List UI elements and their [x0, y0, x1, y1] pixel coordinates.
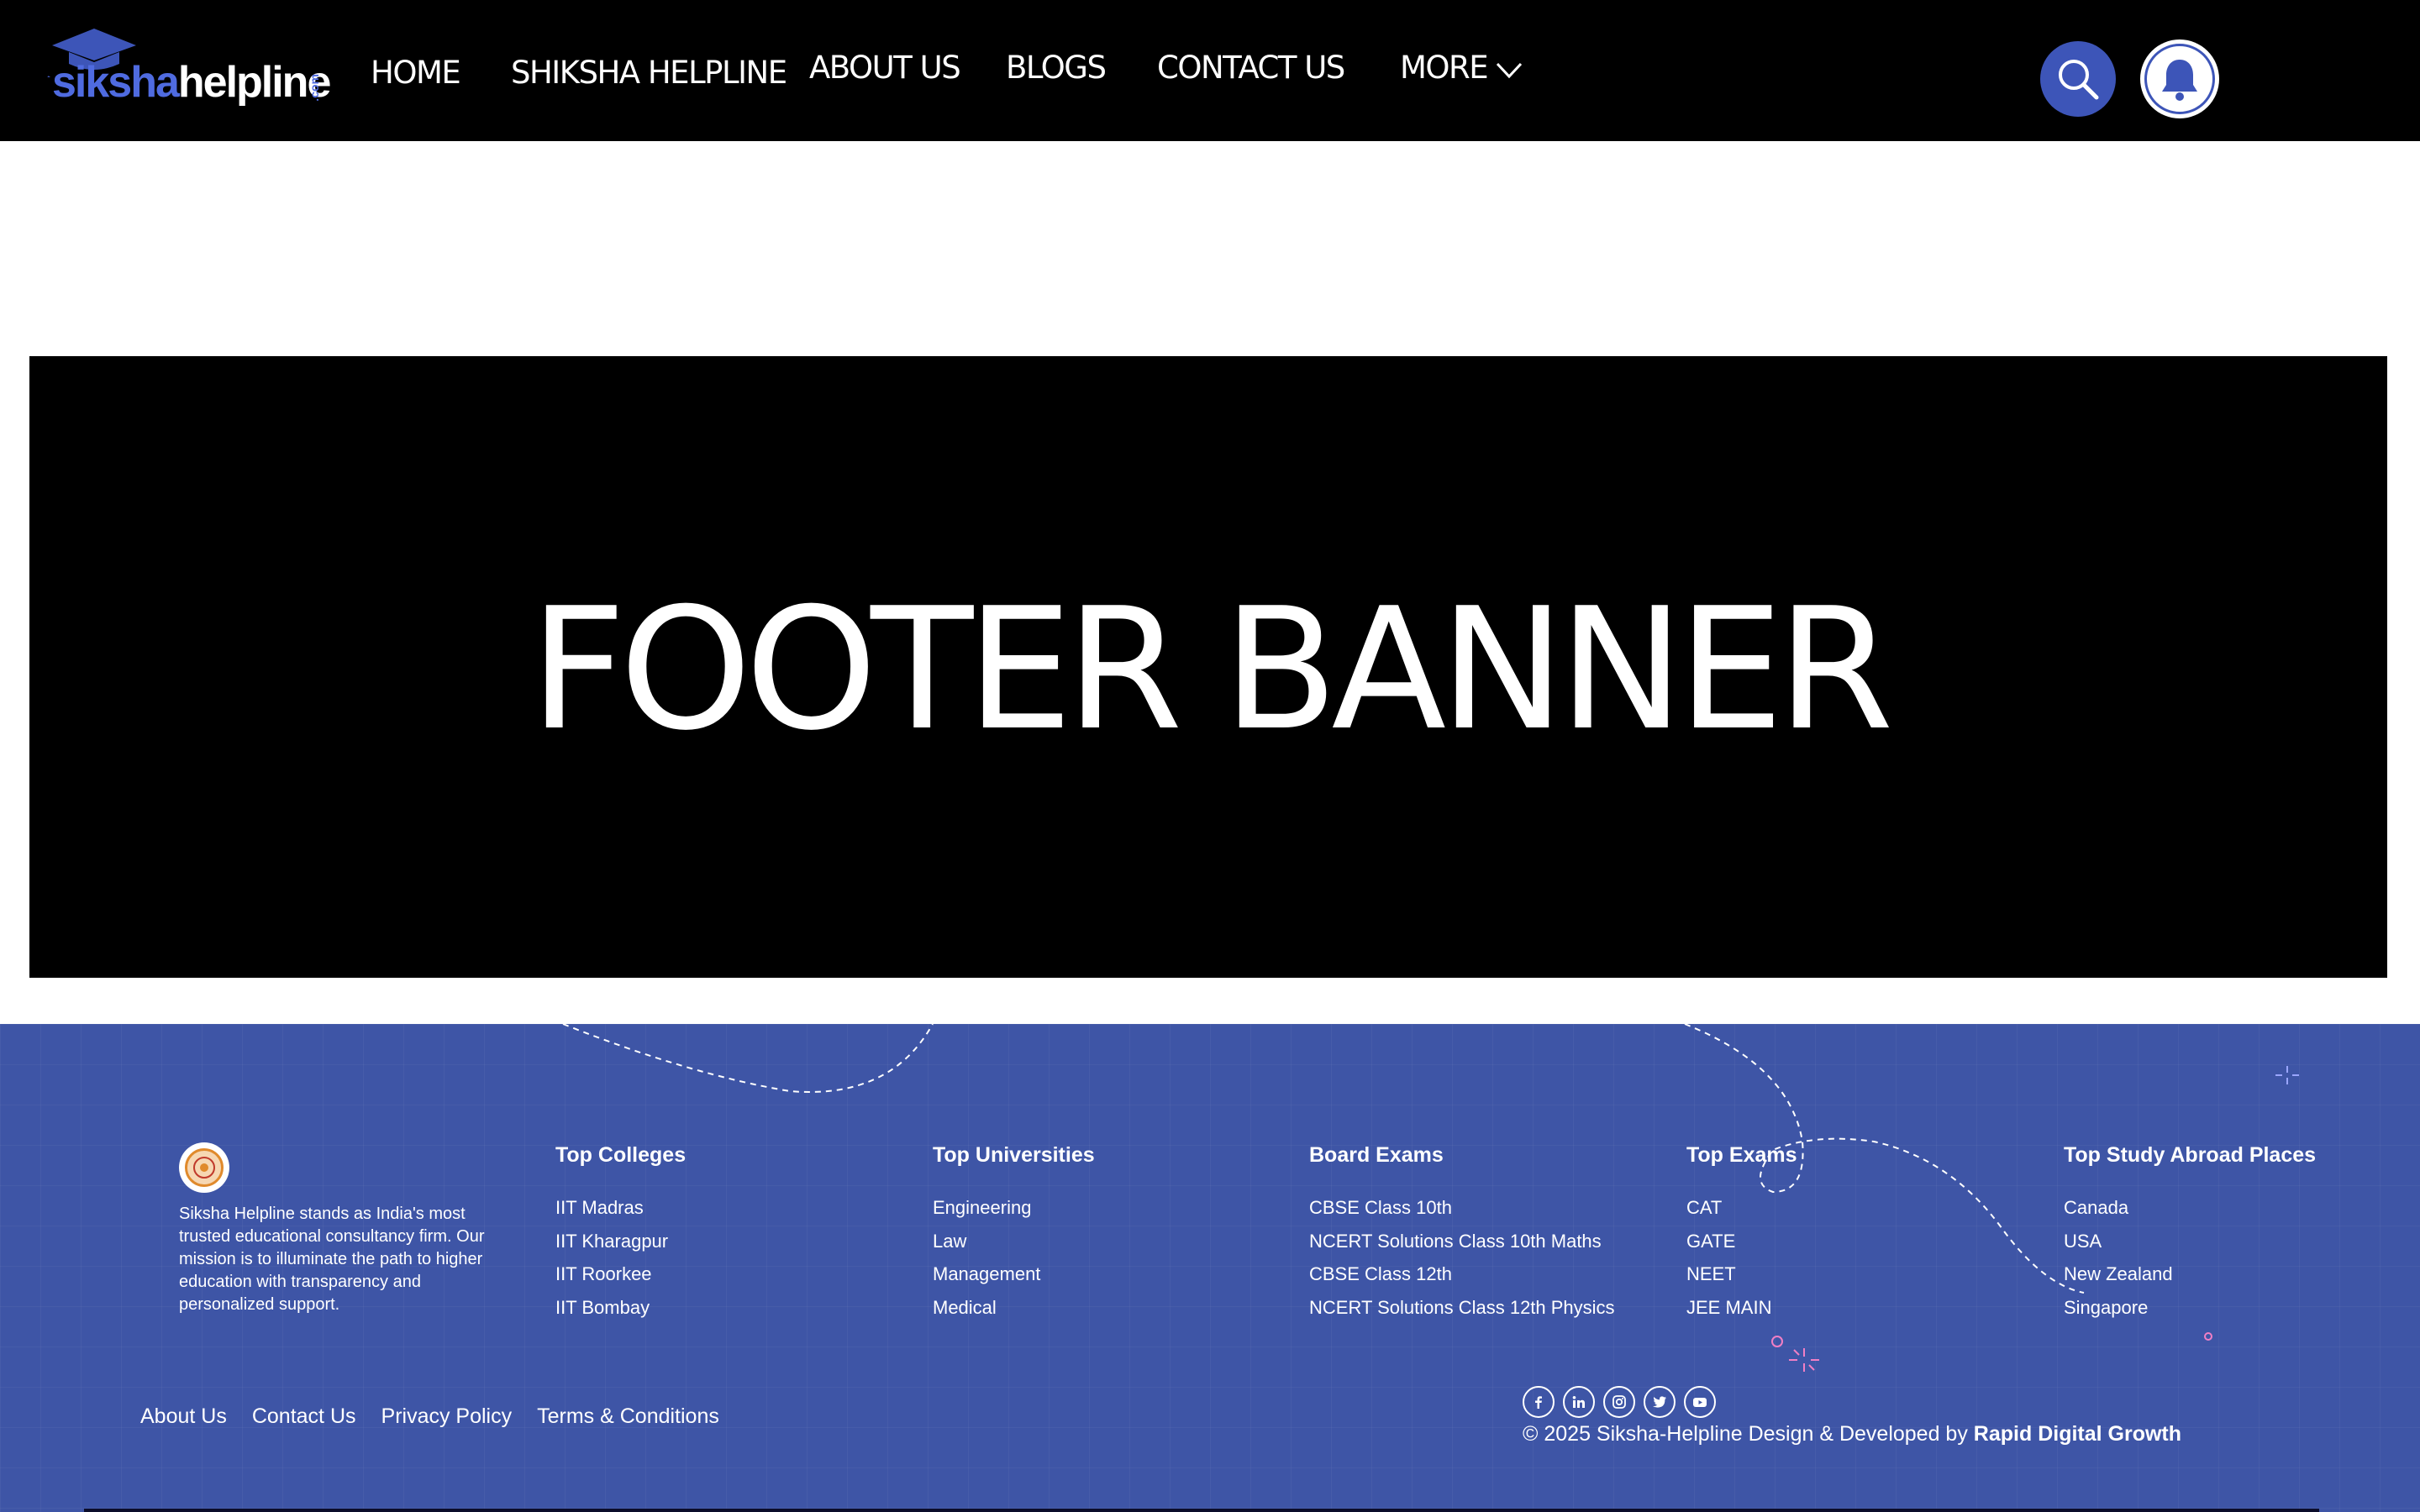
twitter-glyph [1653, 1396, 1666, 1408]
top-navbar: sikshahelpline .com HOME SHIKSHA HELPLIN… [0, 0, 2420, 141]
footer-column-title: Top Universities [933, 1143, 1095, 1167]
footer-logo [179, 1142, 229, 1193]
footer-link[interactable]: NCERT Solutions Class 12th Physics [1309, 1291, 1615, 1325]
copyright-brand-link[interactable]: Rapid Digital Growth [1974, 1422, 2181, 1446]
footer-link-list: Engineering Law Management Medical [933, 1191, 1095, 1324]
footer-link-list: IIT Madras IIT Kharagpur IIT Roorkee IIT… [555, 1191, 686, 1324]
facebook-glyph [1535, 1396, 1542, 1409]
footer-about-text: Siksha Helpline stands as India's most t… [179, 1205, 485, 1314]
chevron-down-icon [1497, 62, 1523, 78]
banner-title: FOOTER BANNER [529, 572, 1894, 768]
copyright-text: © 2025 Siksha-Helpline Design & Develope… [1523, 1422, 2181, 1446]
linkedin-glyph [1572, 1396, 1585, 1408]
logo-part-1: siksha [52, 58, 180, 107]
footer-column-top-universities: Top Universities Engineering Law Managem… [933, 1143, 1095, 1324]
footer-about: Siksha Helpline stands as India's most t… [179, 1142, 515, 1316]
footer-column-board-exams: Board Exams CBSE Class 10th NCERT Soluti… [1309, 1143, 1615, 1324]
footer-link[interactable]: Law [933, 1225, 1095, 1258]
footer-link[interactable]: CAT [1686, 1191, 1797, 1225]
linkedin-icon[interactable] [1563, 1386, 1595, 1418]
social-links [1523, 1386, 1716, 1418]
bell-icon [2162, 60, 2197, 101]
footer-bottom-links: About Us Contact Us Privacy Policy Terms… [140, 1404, 719, 1429]
footer-link[interactable]: IIT Madras [555, 1191, 686, 1225]
nav-blogs[interactable]: BLOGS [1006, 52, 1107, 83]
footer-link[interactable]: Canada [2064, 1191, 2316, 1225]
logo-wordmark: sikshahelpline [52, 58, 331, 107]
footer-link[interactable]: Medical [933, 1291, 1095, 1325]
facebook-icon[interactable] [1523, 1386, 1555, 1418]
footer-link[interactable]: Management [933, 1257, 1095, 1291]
footer-column-top-exams: Top Exams CAT GATE NEET JEE MAIN [1686, 1143, 1797, 1324]
notifications-button-ring [2144, 44, 2215, 114]
footer-link[interactable]: CBSE Class 10th [1309, 1191, 1615, 1225]
copyright-prefix: © 2025 Siksha-Helpline Design & Develope… [1523, 1422, 1968, 1446]
footer-column-title: Top Study Abroad Places [2064, 1143, 2317, 1167]
footer-link[interactable]: IIT Bombay [555, 1291, 686, 1325]
footer-link-list: Canada USA New Zealand Singapore [2064, 1191, 2316, 1324]
footer-privacy-policy-link[interactable]: Privacy Policy [381, 1404, 513, 1429]
nav-home[interactable]: HOME [371, 57, 461, 88]
footer-column-title: Top Exams [1686, 1143, 1797, 1167]
nav-shiksha-helpline[interactable]: SHIKSHA HELPLINE [511, 57, 787, 88]
instagram-icon[interactable] [1603, 1386, 1635, 1418]
youtube-icon[interactable] [1684, 1386, 1716, 1418]
footer-column-study-abroad: Top Study Abroad Places Canada USA New Z… [2064, 1143, 2316, 1324]
footer-link-list: CAT GATE NEET JEE MAIN [1686, 1191, 1797, 1324]
nav-contact-us[interactable]: CONTACT US [1157, 52, 1345, 83]
bottom-divider [84, 1509, 2319, 1512]
footer-logo-emblem [185, 1148, 224, 1187]
nav-about-us[interactable]: ABOUT US [809, 52, 961, 83]
footer-link[interactable]: USA [2064, 1225, 2316, 1258]
footer-banner: FOOTER BANNER [29, 356, 2387, 978]
nav-more[interactable]: MORE [1400, 52, 1523, 83]
footer-column-title: Board Exams [1309, 1143, 1444, 1167]
footer-link[interactable]: IIT Roorkee [555, 1257, 686, 1291]
instagram-glyph [1612, 1395, 1626, 1409]
notifications-button[interactable] [2140, 39, 2219, 118]
footer-terms-link[interactable]: Terms & Conditions [537, 1404, 719, 1429]
footer-link[interactable]: Engineering [933, 1191, 1095, 1225]
footer-link[interactable]: CBSE Class 12th [1309, 1257, 1615, 1291]
footer-link[interactable]: GATE [1686, 1225, 1797, 1258]
footer-column-title: Top Colleges [555, 1143, 687, 1167]
youtube-glyph [1693, 1398, 1707, 1407]
footer-link[interactable]: NCERT Solutions Class 10th Maths [1309, 1225, 1615, 1258]
footer-link-list: CBSE Class 10th NCERT Solutions Class 10… [1309, 1191, 1615, 1324]
footer-link[interactable]: NEET [1686, 1257, 1797, 1291]
nav-more-label: MORE [1400, 50, 1489, 86]
emblem-icon [193, 1157, 215, 1179]
twitter-icon[interactable] [1644, 1386, 1676, 1418]
site-logo[interactable]: sikshahelpline .com [27, 24, 331, 116]
footer-link[interactable]: IIT Kharagpur [555, 1225, 686, 1258]
footer-column-top-colleges: Top Colleges IIT Madras IIT Kharagpur II… [555, 1143, 686, 1324]
logo-suffix: .com [308, 74, 321, 102]
footer-link[interactable]: JEE MAIN [1686, 1291, 1797, 1325]
search-icon [2059, 60, 2099, 100]
footer-contact-us-link[interactable]: Contact Us [252, 1404, 356, 1429]
footer-link[interactable]: Singapore [2064, 1291, 2316, 1325]
search-button[interactable] [2040, 41, 2116, 117]
footer-link[interactable]: New Zealand [2064, 1257, 2316, 1291]
footer-about-us-link[interactable]: About Us [140, 1404, 227, 1429]
